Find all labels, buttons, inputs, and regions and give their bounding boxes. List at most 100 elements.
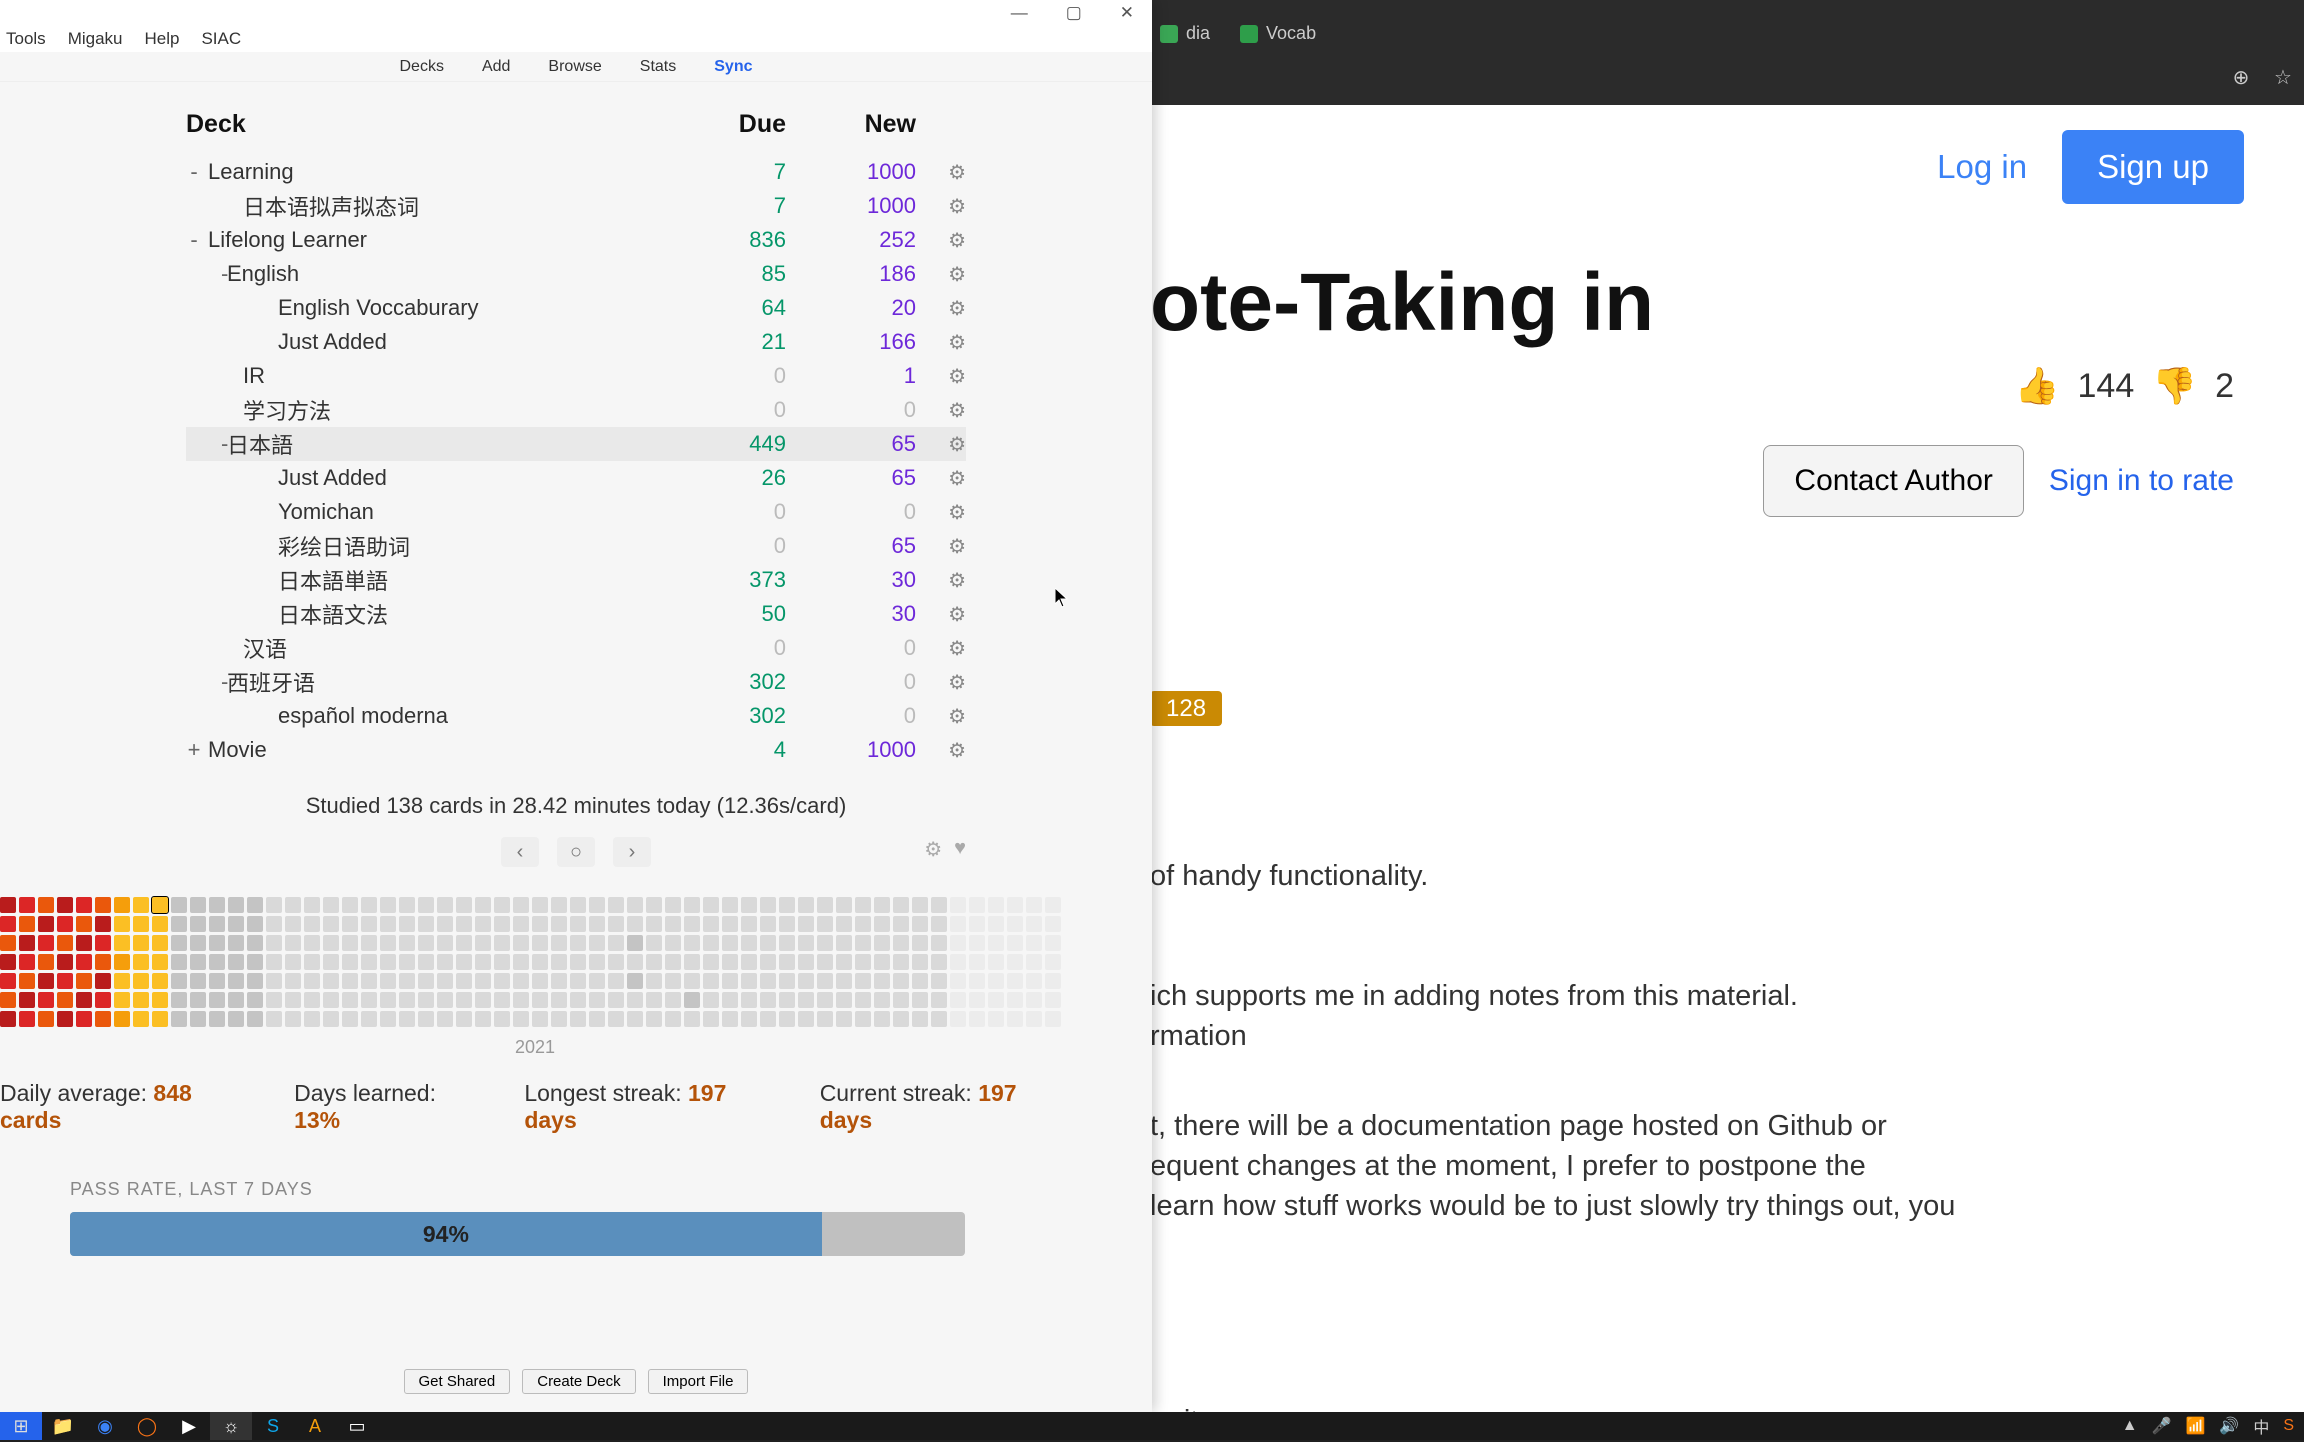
heatmap-cell[interactable]: [475, 1011, 491, 1027]
heatmap-cell[interactable]: [266, 973, 282, 989]
heatmap-cell[interactable]: [456, 954, 472, 970]
heatmap-cell[interactable]: [1007, 954, 1023, 970]
heatmap-cell[interactable]: [608, 935, 624, 951]
heatmap-cell[interactable]: [456, 1011, 472, 1027]
heatmap-cell[interactable]: [304, 935, 320, 951]
heatmap-cell[interactable]: [437, 935, 453, 951]
heatmap-cell[interactable]: [855, 954, 871, 970]
heatmap-cell[interactable]: [342, 916, 358, 932]
deck-row[interactable]: Just Added21166⚙: [186, 325, 966, 359]
heatmap-cell[interactable]: [361, 916, 377, 932]
heatmap-cell[interactable]: [874, 973, 890, 989]
heatmap-cell[interactable]: [912, 992, 928, 1008]
heatmap-cell[interactable]: [798, 916, 814, 932]
heatmap-cell[interactable]: [646, 935, 662, 951]
heatmap-cell[interactable]: [133, 935, 149, 951]
heatmap-cell[interactable]: [171, 916, 187, 932]
heatmap-cell[interactable]: [608, 954, 624, 970]
heatmap-cell[interactable]: [703, 916, 719, 932]
heatmap-cell[interactable]: [969, 935, 985, 951]
heatmap-cell[interactable]: [399, 897, 415, 913]
heatmap-cell[interactable]: [418, 1011, 434, 1027]
heatmap-cell[interactable]: [76, 973, 92, 989]
taskbar-app-icon[interactable]: ◯: [126, 1412, 168, 1440]
heatmap-cell[interactable]: [1007, 973, 1023, 989]
deck-toggle-icon[interactable]: -: [186, 431, 221, 457]
heatmap-cell[interactable]: [969, 916, 985, 932]
heatmap-cell[interactable]: [19, 973, 35, 989]
heatmap-cell[interactable]: [931, 954, 947, 970]
heatmap-cell[interactable]: [323, 992, 339, 1008]
heatmap-cell[interactable]: [57, 935, 73, 951]
heatmap-cell[interactable]: [570, 973, 586, 989]
heatmap-cell[interactable]: [38, 935, 54, 951]
heatmap-cell[interactable]: [38, 954, 54, 970]
heatmap-cell[interactable]: [760, 954, 776, 970]
create-deck-button[interactable]: Create Deck: [522, 1369, 635, 1394]
heatmap-cell[interactable]: [285, 916, 301, 932]
heatmap-cell[interactable]: [1045, 973, 1061, 989]
menu-migaku[interactable]: Migaku: [68, 29, 123, 49]
heatmap-cell[interactable]: [266, 992, 282, 1008]
heatmap-cell[interactable]: [399, 1011, 415, 1027]
heatmap-cell[interactable]: [361, 954, 377, 970]
deck-gear-icon[interactable]: ⚙: [916, 364, 966, 389]
tray-network-icon[interactable]: 📶: [2185, 1416, 2205, 1436]
heatmap-cell[interactable]: [931, 897, 947, 913]
heatmap-cell[interactable]: [380, 992, 396, 1008]
heatmap-cell[interactable]: [665, 992, 681, 1008]
heatmap-cell[interactable]: [323, 897, 339, 913]
heatmap-cell[interactable]: [513, 897, 529, 913]
heatmap-cell[interactable]: [95, 954, 111, 970]
heatmap-cell[interactable]: [703, 897, 719, 913]
heatmap-cell[interactable]: [950, 1011, 966, 1027]
heatmap-cell[interactable]: [228, 935, 244, 951]
heatmap-cell[interactable]: [380, 973, 396, 989]
heatmap-cell[interactable]: [456, 935, 472, 951]
heatmap-cell[interactable]: [893, 1011, 909, 1027]
heatmap-cell[interactable]: [171, 954, 187, 970]
heatmap-cell[interactable]: [76, 916, 92, 932]
heatmap-cell[interactable]: [361, 1011, 377, 1027]
heatmap-cell[interactable]: [836, 954, 852, 970]
heatmap-cell[interactable]: [190, 916, 206, 932]
heatmap-cell[interactable]: [19, 954, 35, 970]
heatmap-cell[interactable]: [627, 954, 643, 970]
heatmap-cell[interactable]: [437, 1011, 453, 1027]
heatmap-cell[interactable]: [247, 897, 263, 913]
deck-row[interactable]: -English85186⚙: [186, 257, 966, 291]
heatmap-cell[interactable]: [665, 973, 681, 989]
deck-toggle-icon[interactable]: -: [186, 227, 202, 253]
heatmap-cell[interactable]: [646, 992, 662, 1008]
heatmap-cell[interactable]: [817, 935, 833, 951]
heatmap-cell[interactable]: [779, 897, 795, 913]
heatmap-cell[interactable]: [247, 916, 263, 932]
taskbar-app-icon[interactable]: ▶: [168, 1412, 210, 1440]
heatmap-cell[interactable]: [247, 935, 263, 951]
heatmap-cell[interactable]: [513, 954, 529, 970]
heatmap-cell[interactable]: [1007, 935, 1023, 951]
heatmap-cell[interactable]: [836, 916, 852, 932]
heatmap-cell[interactable]: [741, 954, 757, 970]
heatmap-cell[interactable]: [874, 897, 890, 913]
heatmap-cell[interactable]: [152, 935, 168, 951]
heatmap-cell[interactable]: [399, 973, 415, 989]
toolbar-add[interactable]: Add: [482, 58, 510, 76]
deck-row[interactable]: -西班牙语3020⚙: [186, 665, 966, 699]
heatmap-cell[interactable]: [893, 973, 909, 989]
heatmap-cell[interactable]: [722, 897, 738, 913]
heatmap-cell[interactable]: [437, 897, 453, 913]
heatmap-cell[interactable]: [1026, 954, 1042, 970]
taskbar-app-icon[interactable]: ⊞: [0, 1412, 42, 1440]
heatmap-cell[interactable]: [855, 1011, 871, 1027]
toolbar-decks[interactable]: Decks: [400, 58, 444, 76]
heatmap-cell[interactable]: [304, 973, 320, 989]
heatmap-cell[interactable]: [836, 992, 852, 1008]
deck-row[interactable]: Just Added2665⚙: [186, 461, 966, 495]
heatmap-cell[interactable]: [190, 897, 206, 913]
heatmap-cell[interactable]: [969, 1011, 985, 1027]
heatmap-cell[interactable]: [323, 935, 339, 951]
tray-lang[interactable]: 中: [2253, 1414, 2269, 1438]
heatmap-cell[interactable]: [437, 916, 453, 932]
heatmap-cell[interactable]: [627, 916, 643, 932]
